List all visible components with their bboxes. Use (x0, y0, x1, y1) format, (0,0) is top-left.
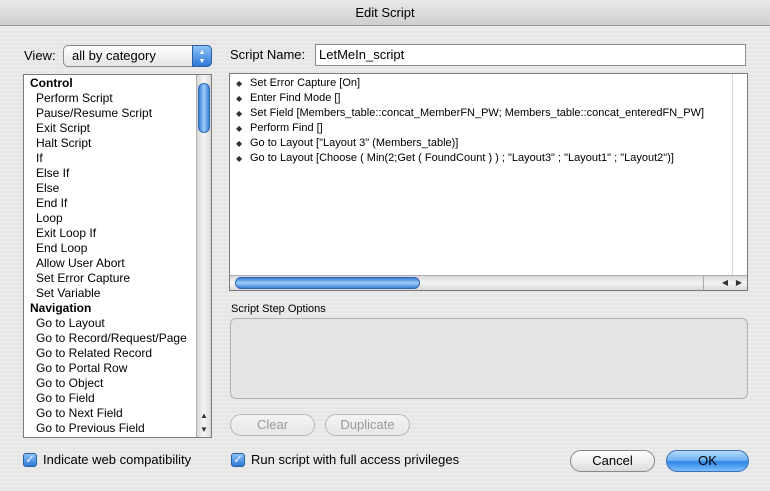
checkmark-icon: ✓ (23, 453, 37, 467)
script-step-list[interactable]: Control Perform Script Pause/Resume Script… (23, 74, 212, 438)
view-label: View: (24, 48, 56, 63)
duplicate-button[interactable]: Duplicate (325, 414, 410, 436)
web-compatibility-checkbox[interactable]: ✓ Indicate web compatibility (23, 452, 191, 468)
clear-button[interactable]: Clear (230, 414, 315, 436)
script-steps-editor[interactable]: ◆ Set Error Capture [On] ◆ Enter Find Mode … (229, 73, 748, 291)
step-list-item[interactable]: If (24, 151, 211, 166)
ok-button[interactable]: OK (666, 450, 749, 472)
script-steps-list: ◆ Set Error Capture [On] ◆ Enter Find Mode … (230, 74, 747, 166)
script-step-text: Go to Layout ["Layout 3" (Members_table)… (250, 137, 459, 149)
step-list-item[interactable]: Loop (24, 211, 211, 226)
step-list-item[interactable]: Allow User Abort (24, 256, 211, 271)
script-step-text: Go to Layout [Choose ( Min(2;Get ( Found… (250, 152, 674, 164)
step-list-item[interactable]: Pause/Resume Script (24, 106, 211, 121)
script-step-options-panel (230, 318, 748, 399)
scroll-left-arrow-icon[interactable]: ◀ (718, 276, 732, 290)
reorder-handle-icon[interactable]: ◆ (236, 151, 242, 166)
window-title: Edit Script (0, 0, 770, 26)
script-step-text: Set Error Capture [On] (250, 77, 361, 89)
step-list-scroll-thumb[interactable] (198, 83, 210, 133)
step-category-header: Navigation (30, 301, 92, 315)
full-access-checkbox[interactable]: ✓ Run script with full access privileges (231, 452, 459, 468)
script-step-row[interactable]: ◆ Enter Find Mode [] (230, 91, 747, 106)
script-step-row[interactable]: ◆ Perform Find [] (230, 121, 747, 136)
scroll-down-arrow-icon[interactable]: ▼ (197, 423, 211, 437)
step-list-item[interactable]: Else (24, 181, 211, 196)
step-list-item[interactable]: Go to Next Field (24, 406, 211, 421)
script-step-row[interactable]: ◆ Set Error Capture [On] (230, 76, 747, 91)
step-list-item[interactable]: Set Error Capture (24, 271, 211, 286)
step-list-item[interactable]: Go to Portal Row (24, 361, 211, 376)
step-list-scrollbar[interactable]: ▲ ▼ (196, 75, 211, 437)
step-category-header: Control (30, 76, 73, 90)
script-scroll-thumb[interactable] (235, 277, 420, 289)
step-list-item[interactable]: Exit Loop If (24, 226, 211, 241)
step-list-item[interactable]: Else If (24, 166, 211, 181)
checkmark-icon: ✓ (231, 453, 245, 467)
script-step-row[interactable]: ◆ Go to Layout ["Layout 3" (Members_table… (230, 136, 747, 151)
step-list-item[interactable]: Go to Previous Field (24, 421, 211, 436)
step-list-item[interactable]: Go to Related Record (24, 346, 211, 361)
script-step-text: Perform Find [] (250, 122, 323, 134)
full-access-label: Run script with full access privileges (251, 452, 460, 467)
script-horizontal-scrollbar[interactable]: ◀ ▶ (230, 275, 747, 290)
step-list-items: Control Perform Script Pause/Resume Script… (24, 75, 211, 436)
scroll-up-arrow-icon[interactable]: ▲ (197, 409, 211, 423)
reorder-handle-icon[interactable]: ◆ (236, 76, 242, 91)
reorder-handle-icon[interactable]: ◆ (236, 106, 242, 121)
view-select[interactable]: all by category ▲ ▼ (63, 45, 212, 67)
step-list-item[interactable]: End If (24, 196, 211, 211)
script-name-label: Script Name: (230, 47, 306, 62)
script-name-input[interactable]: LetMeIn_script (315, 44, 746, 66)
reorder-handle-icon[interactable]: ◆ (236, 121, 242, 136)
cancel-button[interactable]: Cancel (570, 450, 655, 472)
script-step-text: Set Field [Members_table::concat_MemberF… (250, 107, 705, 119)
reorder-handle-icon[interactable]: ◆ (236, 91, 242, 106)
step-list-item[interactable]: Perform Script (24, 91, 211, 106)
scroll-right-arrow-icon[interactable]: ▶ (732, 276, 746, 290)
step-list-item[interactable]: Set Variable (24, 286, 211, 301)
view-select-value: all by category (72, 48, 156, 63)
reorder-handle-icon[interactable]: ◆ (236, 136, 242, 151)
step-list-item[interactable]: End Loop (24, 241, 211, 256)
corner-icon (703, 276, 717, 290)
step-list-item[interactable]: Exit Script (24, 121, 211, 136)
script-step-row[interactable]: ◆ Go to Layout [Choose ( Min(2;Get ( Foun… (230, 151, 747, 166)
step-list-item[interactable]: Go to Layout (24, 316, 211, 331)
script-step-row[interactable]: ◆ Set Field [Members_table::concat_Member… (230, 106, 747, 121)
web-compatibility-label: Indicate web compatibility (43, 452, 192, 467)
updown-arrows-icon: ▲ ▼ (192, 45, 212, 67)
step-list-item[interactable]: Go to Object (24, 376, 211, 391)
script-step-options-label: Script Step Options (231, 303, 326, 315)
script-vertical-scrollbar[interactable] (732, 74, 747, 276)
step-list-item[interactable]: Go to Record/Request/Page (24, 331, 211, 346)
step-list-item[interactable]: Halt Script (24, 136, 211, 151)
script-step-text: Enter Find Mode [] (250, 92, 341, 104)
step-list-item[interactable]: Go to Field (24, 391, 211, 406)
